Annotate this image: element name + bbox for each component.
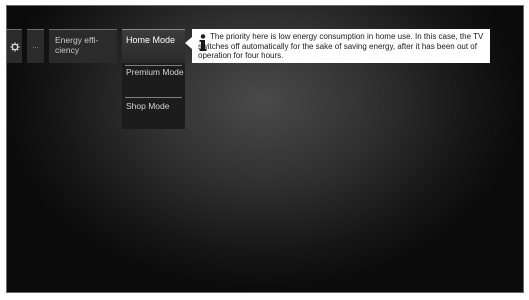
info-icon [199,34,207,51]
divider [125,65,182,66]
option-shop-mode[interactable]: Shop Mode [122,101,185,121]
option-premium-mode[interactable]: Premium Mode [122,67,185,95]
more-label: ... [32,43,39,50]
option-home-mode[interactable]: Home Mode [122,29,185,63]
tv-screen: ... Energy effi-ciency Home Mode Premium… [6,5,524,293]
option-shop-mode-label: Shop Mode [126,101,170,111]
option-premium-mode-label: Premium Mode [126,67,184,77]
info-box-pointer [185,37,192,49]
gear-icon [10,42,19,51]
energy-efficiency-label: Energy effi-ciency [55,35,99,55]
info-text: The priority here is low energy consumpt… [198,32,484,61]
info-box: The priority here is low energy consumpt… [192,29,490,63]
energy-efficiency-menu-item[interactable]: Energy effi-ciency [49,29,117,63]
energy-mode-dropdown: Home Mode Premium Mode Shop Mode [122,29,185,129]
more-menu-item[interactable]: ... [27,29,44,63]
option-home-mode-label: Home Mode [126,35,176,45]
settings-menu-item[interactable] [7,29,22,63]
divider [125,97,182,98]
